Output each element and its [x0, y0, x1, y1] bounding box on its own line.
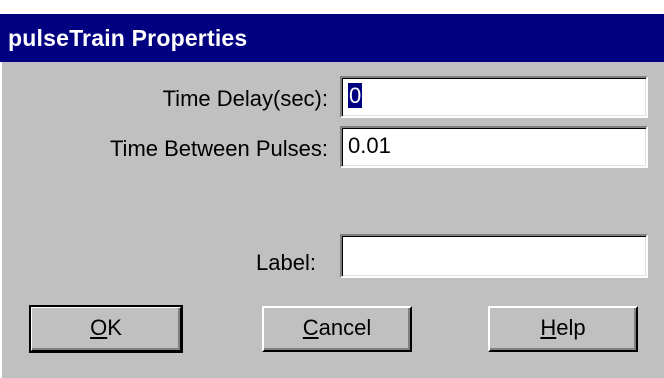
time-between-pulses-label: Time Between Pulses: — [109, 136, 328, 161]
ok-label-rest: K — [107, 315, 122, 340]
cancel-label-rest: ancel — [318, 315, 372, 340]
top-strip — [0, 0, 664, 14]
time-delay-label: Time Delay(sec): — [162, 86, 328, 111]
cancel-button[interactable]: Cancel — [262, 306, 412, 352]
time-delay-value: 0 — [348, 83, 363, 108]
time-between-pulses-input[interactable]: 0.01 — [340, 126, 648, 168]
time-delay-input[interactable]: 0 — [340, 76, 648, 118]
dialog-title: pulseTrain Properties — [0, 14, 664, 62]
label-input[interactable] — [340, 234, 648, 278]
help-mnemonic: H — [540, 315, 557, 340]
label-field-label: Label: — [256, 250, 316, 275]
ok-mnemonic: O — [90, 315, 108, 340]
help-label-rest: elp — [556, 315, 586, 340]
cancel-mnemonic: C — [302, 315, 319, 340]
help-button[interactable]: Help — [488, 306, 638, 352]
ok-button[interactable]: OK — [29, 305, 183, 353]
